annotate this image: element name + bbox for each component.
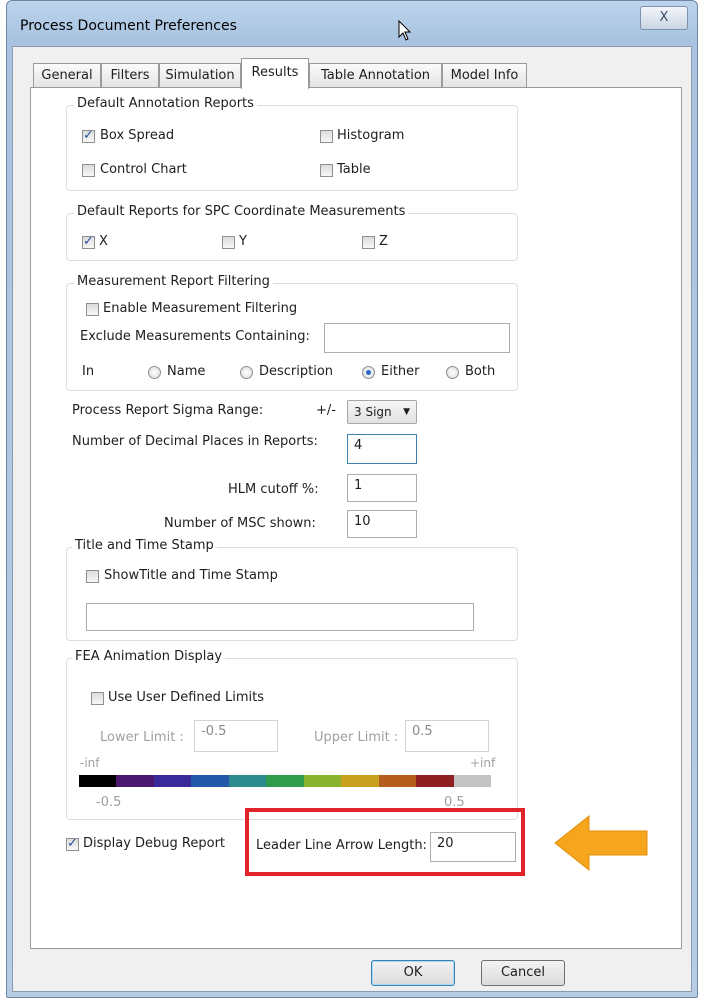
fea-color-scale [79, 775, 491, 787]
upper-limit-label: Upper Limit : [314, 730, 399, 745]
sigma-plusminus-label: +/- [316, 403, 336, 418]
histogram-label: Histogram [337, 128, 405, 143]
x-label: X [99, 234, 108, 249]
upper-limit-input[interactable]: 0.5 [405, 720, 489, 752]
z-label: Z [379, 234, 388, 249]
color-swatch-9 [416, 775, 454, 787]
radio-description-label: Description [259, 364, 334, 379]
enable-filtering-label: Enable Measurement Filtering [103, 301, 298, 316]
title-stamp-input[interactable] [86, 603, 474, 631]
leader-line-label: Leader Line Arrow Length: [256, 838, 427, 853]
spc-reports-group [66, 213, 518, 261]
spc-reports-label: Default Reports for SPC Coordinate Measu… [74, 204, 409, 219]
control-chart-label: Control Chart [100, 162, 187, 177]
title-stamp-label: Title and Time Stamp [72, 538, 217, 553]
color-swatch-6 [303, 775, 342, 787]
hlm-cutoff-label: HLM cutoff %: [228, 482, 319, 497]
color-swatch-0 [79, 775, 117, 787]
z-checkbox[interactable] [362, 236, 375, 249]
radio-both-label: Both [465, 364, 496, 379]
use-user-limits-checkbox[interactable] [91, 692, 104, 705]
radio-either-label: Either [381, 364, 420, 379]
color-swatch-3 [191, 775, 229, 787]
radio-description[interactable] [240, 366, 253, 379]
tab-simulation[interactable]: Simulation [159, 63, 241, 87]
default-annotation-reports-label: Default Annotation Reports [74, 96, 257, 111]
measurement-filtering-label: Measurement Report Filtering [74, 274, 273, 289]
lower-limit-label: Lower Limit : [100, 730, 184, 745]
color-swatch-5 [266, 775, 304, 787]
y-label: Y [239, 234, 247, 249]
use-user-limits-label: Use User Defined Limits [108, 690, 264, 705]
sigma-range-label: Process Report Sigma Range: [72, 403, 264, 418]
show-title-label: ShowTitle and Time Stamp [104, 568, 278, 583]
exclude-measurements-label: Exclude Measurements Containing: [80, 329, 310, 344]
display-debug-checkbox[interactable] [66, 836, 79, 851]
x-checkbox[interactable] [82, 234, 95, 249]
show-title-checkbox[interactable] [86, 570, 99, 583]
color-swatch-8 [378, 775, 417, 787]
tab-general[interactable]: General [33, 63, 101, 87]
tab-model-info[interactable]: Model Info [442, 63, 527, 87]
leader-line-input[interactable]: 20 [430, 832, 516, 862]
fea-animation-label: FEA Animation Display [72, 649, 226, 664]
sigma-range-value: 3 Sign [354, 405, 392, 419]
color-swatch-10 [453, 775, 491, 787]
ok-button[interactable]: OK [371, 960, 455, 986]
decimal-places-input[interactable]: 4 [347, 434, 417, 464]
tab-filters[interactable]: Filters [101, 63, 159, 87]
box-spread-label: Box Spread [100, 128, 175, 143]
table-checkbox[interactable] [320, 164, 333, 177]
radio-both[interactable] [446, 366, 459, 379]
radio-either[interactable] [362, 366, 375, 379]
filter-in-label: In [82, 364, 95, 379]
msc-shown-label: Number of MSC shown: [164, 516, 316, 531]
exclude-measurements-input[interactable] [324, 323, 510, 353]
color-swatch-2 [153, 775, 192, 787]
mouse-cursor-icon [398, 20, 412, 41]
cancel-button[interactable]: Cancel [481, 960, 565, 986]
enable-filtering-checkbox[interactable] [86, 303, 99, 316]
hlm-cutoff-input[interactable]: 1 [347, 474, 417, 502]
radio-name[interactable] [148, 366, 161, 379]
msc-shown-input[interactable]: 10 [347, 510, 417, 538]
radio-name-label: Name [167, 364, 206, 379]
sigma-range-dropdown[interactable]: 3 Sign ▼ [347, 400, 417, 424]
histogram-checkbox[interactable] [320, 130, 333, 143]
color-swatch-1 [116, 775, 154, 787]
chevron-down-icon: ▼ [403, 407, 410, 417]
tab-results[interactable]: Results [241, 58, 309, 89]
y-checkbox[interactable] [222, 236, 235, 249]
color-swatch-7 [341, 775, 379, 787]
control-chart-checkbox[interactable] [82, 164, 95, 177]
color-swatch-4 [228, 775, 267, 787]
scale-min-label: -0.5 [96, 795, 122, 810]
tab-table-annotation[interactable]: Table Annotation [309, 63, 442, 87]
default-annotation-reports-group [66, 105, 518, 191]
lower-limit-input[interactable]: -0.5 [194, 720, 278, 752]
positive-infinity-label: +inf [470, 756, 496, 770]
table-label: Table [337, 162, 371, 177]
left-arrow-icon [554, 814, 648, 872]
box-spread-checkbox[interactable] [82, 128, 95, 143]
display-debug-label: Display Debug Report [83, 836, 226, 851]
negative-infinity-label: -inf [80, 756, 100, 770]
decimal-places-label: Number of Decimal Places in Reports: [72, 434, 318, 449]
close-button[interactable]: X [640, 6, 688, 30]
dialog-title: Process Document Preferences [20, 18, 237, 34]
